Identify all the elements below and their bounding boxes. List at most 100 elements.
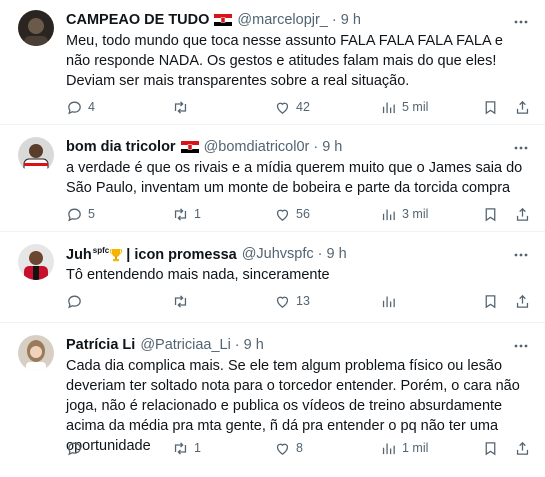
reply-button[interactable] bbox=[66, 440, 88, 457]
like-icon bbox=[276, 102, 289, 114]
flag-icon bbox=[214, 14, 233, 26]
reply-icon bbox=[68, 208, 81, 221]
separator-dot: · bbox=[317, 246, 323, 262]
views-count: 3 mil bbox=[402, 207, 429, 221]
spfc-badge: spfc bbox=[92, 245, 110, 255]
share-button[interactable] bbox=[514, 206, 531, 223]
tweet-actions: 1 8 1 mil bbox=[66, 438, 531, 458]
like-button[interactable]: 13 bbox=[274, 293, 310, 310]
like-icon bbox=[276, 443, 289, 455]
share-button[interactable] bbox=[514, 99, 531, 116]
reply-button[interactable] bbox=[66, 293, 88, 310]
views-button[interactable] bbox=[380, 293, 402, 310]
reply-icon bbox=[68, 295, 81, 308]
views-button[interactable]: 5 mil bbox=[380, 99, 428, 116]
bookmark-icon bbox=[485, 294, 496, 308]
like-button[interactable]: 42 bbox=[274, 99, 310, 116]
tweet[interactable]: bom dia tricolor @bomdiatricol0r · 9 h a… bbox=[0, 125, 545, 232]
separator-dot: · bbox=[331, 12, 337, 28]
display-name[interactable]: Juhspfc | icon promessa bbox=[66, 246, 237, 263]
share-button[interactable] bbox=[514, 440, 531, 457]
tweet-text: Tô entendendo mais nada, sinceramente bbox=[66, 267, 330, 283]
views-icon bbox=[382, 102, 395, 113]
reply-button[interactable]: 4 bbox=[66, 99, 95, 116]
timeline: CAMPEAO DE TUDO @marcelopjr_ · 9 h Meu, … bbox=[0, 0, 545, 477]
views-count: 5 mil bbox=[402, 100, 429, 114]
like-count: 56 bbox=[296, 207, 310, 221]
tweet-header: bom dia tricolor @bomdiatricol0r · 9 h bbox=[66, 137, 531, 157]
avatar[interactable] bbox=[18, 10, 54, 46]
retweet-button[interactable] bbox=[172, 99, 194, 116]
more-icon[interactable] bbox=[511, 12, 531, 32]
bookmark-button[interactable] bbox=[482, 99, 499, 116]
share-icon bbox=[516, 100, 529, 114]
share-button[interactable] bbox=[514, 293, 531, 310]
separator-dot: · bbox=[234, 337, 240, 353]
retweet-button[interactable]: 1 bbox=[172, 206, 201, 223]
like-icon bbox=[276, 296, 289, 308]
views-icon bbox=[382, 443, 395, 454]
display-name-prefix: Juh bbox=[66, 246, 92, 263]
tweet-header: Patrícia Li @Patriciaa_Li · 9 h bbox=[66, 335, 531, 355]
like-button[interactable]: 8 bbox=[274, 440, 303, 457]
avatar[interactable] bbox=[18, 137, 54, 173]
tweet[interactable]: CAMPEAO DE TUDO @marcelopjr_ · 9 h Meu, … bbox=[0, 0, 545, 125]
tweet[interactable]: Patrícia Li @Patriciaa_Li · 9 h Cada dia… bbox=[0, 323, 545, 477]
views-button[interactable]: 3 mil bbox=[380, 206, 428, 223]
trophy-icon bbox=[110, 248, 123, 261]
views-icon bbox=[382, 209, 395, 220]
reply-icon bbox=[68, 442, 81, 455]
display-name[interactable]: CAMPEAO DE TUDO bbox=[66, 12, 209, 28]
retweet-icon bbox=[174, 441, 187, 455]
tweet-header: CAMPEAO DE TUDO @marcelopjr_ · 9 h bbox=[66, 10, 531, 30]
display-name[interactable]: bom dia tricolor bbox=[66, 139, 176, 155]
timestamp[interactable]: 9 h bbox=[341, 12, 361, 28]
retweet-button[interactable]: 1 bbox=[172, 440, 201, 457]
reply-icon bbox=[68, 101, 81, 114]
bookmark-button[interactable] bbox=[482, 440, 499, 457]
like-icon bbox=[276, 209, 289, 221]
views-icon bbox=[382, 296, 395, 307]
reply-count: 5 bbox=[88, 207, 95, 221]
like-count: 8 bbox=[296, 441, 303, 455]
handle[interactable]: @Juhvspfc bbox=[242, 246, 314, 262]
views-count: 1 mil bbox=[402, 441, 429, 455]
handle[interactable]: @Patriciaa_Li bbox=[140, 337, 230, 353]
tweet[interactable]: Juhspfc | icon promessa @Juhvspfc · 9 h … bbox=[0, 232, 545, 323]
bookmark-button[interactable] bbox=[482, 293, 499, 310]
retweet-icon bbox=[174, 100, 187, 114]
tweet-text: a verdade é que os rivais e a mídia quer… bbox=[66, 160, 523, 196]
retweet-icon bbox=[174, 207, 187, 221]
views-button[interactable]: 1 mil bbox=[380, 440, 428, 457]
tweet-text: Meu, todo mundo que toca nesse assunto F… bbox=[66, 33, 503, 89]
display-name-suffix: | icon promessa bbox=[122, 246, 237, 263]
timestamp[interactable]: 9 h bbox=[322, 139, 342, 155]
avatar[interactable] bbox=[18, 335, 54, 371]
like-button[interactable]: 56 bbox=[274, 206, 310, 223]
timestamp[interactable]: 9 h bbox=[327, 246, 347, 262]
retweet-icon bbox=[174, 294, 187, 308]
more-icon[interactable] bbox=[511, 336, 531, 356]
handle[interactable]: @marcelopjr_ bbox=[237, 12, 327, 28]
tweet-header: Juhspfc | icon promessa @Juhvspfc · 9 h bbox=[66, 244, 531, 264]
reply-count: 4 bbox=[88, 100, 95, 114]
like-count: 42 bbox=[296, 100, 310, 114]
more-icon[interactable] bbox=[511, 138, 531, 158]
timestamp[interactable]: 9 h bbox=[244, 337, 264, 353]
avatar[interactable] bbox=[18, 244, 54, 280]
tweet-actions: 13 bbox=[66, 291, 531, 311]
bookmark-button[interactable] bbox=[482, 206, 499, 223]
handle[interactable]: @bomdiatricol0r bbox=[204, 139, 310, 155]
reply-button[interactable]: 5 bbox=[66, 206, 95, 223]
bookmark-icon bbox=[485, 441, 496, 455]
tweet-actions: 5 1 56 3 mil bbox=[66, 204, 531, 224]
display-name[interactable]: Patrícia Li bbox=[66, 337, 135, 353]
retweet-count: 1 bbox=[194, 441, 201, 455]
retweet-button[interactable] bbox=[172, 293, 194, 310]
share-icon bbox=[516, 441, 529, 455]
flag-icon bbox=[180, 141, 199, 153]
share-icon bbox=[516, 207, 529, 221]
like-count: 13 bbox=[296, 294, 310, 308]
share-icon bbox=[516, 294, 529, 308]
more-icon[interactable] bbox=[511, 245, 531, 265]
